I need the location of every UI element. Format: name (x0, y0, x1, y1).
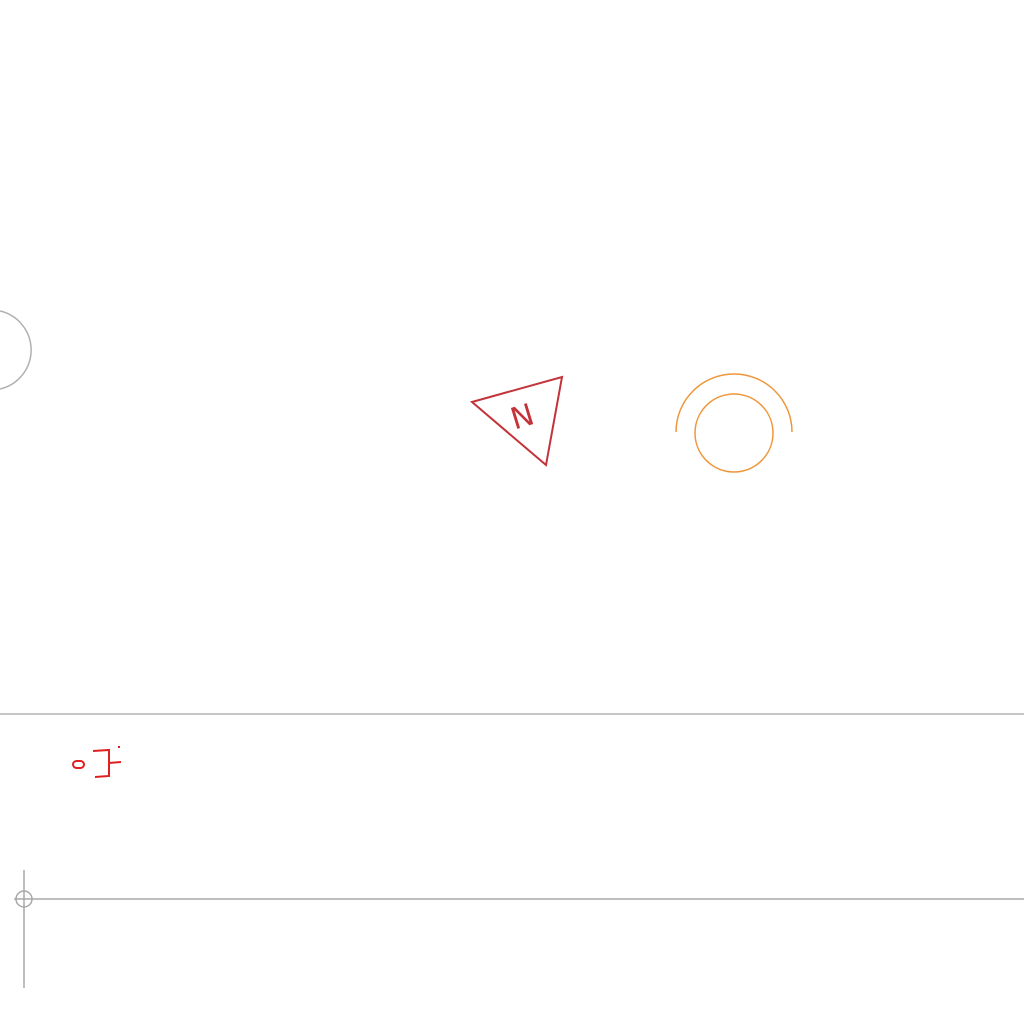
small-red-symbol[interactable] (72, 746, 122, 778)
inner-circle (694, 393, 774, 473)
circle-arc-symbol[interactable] (675, 373, 793, 473)
drawing-canvas[interactable]: N (0, 0, 1024, 1024)
north-arrow-symbol[interactable]: N (469, 375, 564, 467)
small-symbol-oval (72, 760, 85, 769)
outer-arc (675, 373, 793, 433)
north-arrow-letter: N (507, 397, 539, 437)
crosshair-guide[interactable] (14, 870, 1024, 988)
small-symbol-bracket (92, 746, 122, 778)
partial-circle-shape (0, 310, 32, 390)
